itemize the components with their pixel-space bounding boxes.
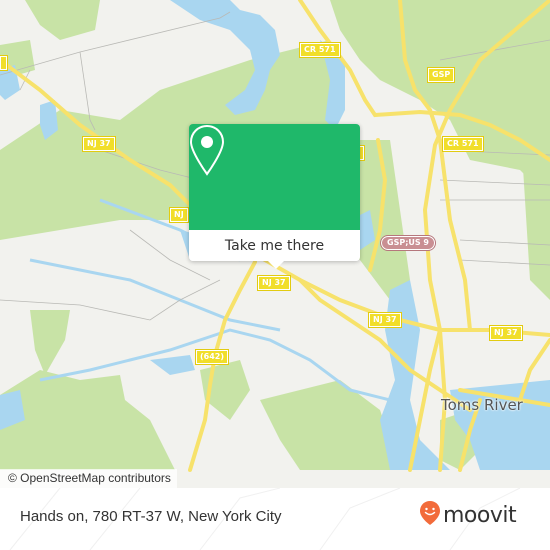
take-me-there-button[interactable]: Take me there bbox=[189, 230, 360, 261]
route-shield-cr571: CR 571 bbox=[299, 42, 341, 58]
route-shield-gsp-us9: GSP;US 9 bbox=[380, 235, 436, 251]
footer-bar: Hands on, 780 RT-37 W, New York City moo… bbox=[0, 488, 550, 550]
moovit-logo[interactable]: moovit bbox=[419, 500, 517, 530]
route-shield-partial bbox=[0, 55, 8, 71]
moovit-pin-icon bbox=[419, 500, 441, 530]
route-shield-nj37: NJ 37 bbox=[368, 312, 402, 328]
location-popup: Take me there bbox=[189, 124, 360, 269]
place-address: Hands on, 780 RT-37 W, New York City bbox=[20, 508, 282, 525]
route-shield-cr571: CR 571 bbox=[442, 136, 484, 152]
forest-area bbox=[520, 110, 550, 300]
popup-header bbox=[189, 124, 360, 230]
route-shield-nj37: NJ 37 bbox=[82, 136, 116, 152]
map-attribution[interactable]: © OpenStreetMap contributors bbox=[0, 469, 177, 488]
forest-area bbox=[260, 380, 400, 470]
popup-pointer bbox=[268, 261, 284, 269]
city-label-toms-river: Toms River bbox=[441, 396, 523, 414]
water-body bbox=[150, 355, 195, 375]
moovit-wordmark: moovit bbox=[443, 502, 517, 528]
route-shield-gsp: GSP bbox=[426, 67, 456, 83]
route-shield-nj37: NJ 37 bbox=[489, 325, 523, 341]
map-view[interactable]: CR 571 GSP NJ 37 CR 571 NJ NJ 37 NJ 37 N… bbox=[0, 0, 550, 488]
route-shield-nj37: NJ 37 bbox=[257, 275, 291, 291]
forest-area bbox=[30, 310, 70, 375]
forest-area bbox=[25, 0, 100, 40]
forest-area bbox=[0, 370, 175, 470]
route-shield-642: (642) bbox=[194, 349, 230, 365]
route-shield-nj37: NJ bbox=[169, 207, 189, 223]
minor-road bbox=[0, 11, 231, 76]
